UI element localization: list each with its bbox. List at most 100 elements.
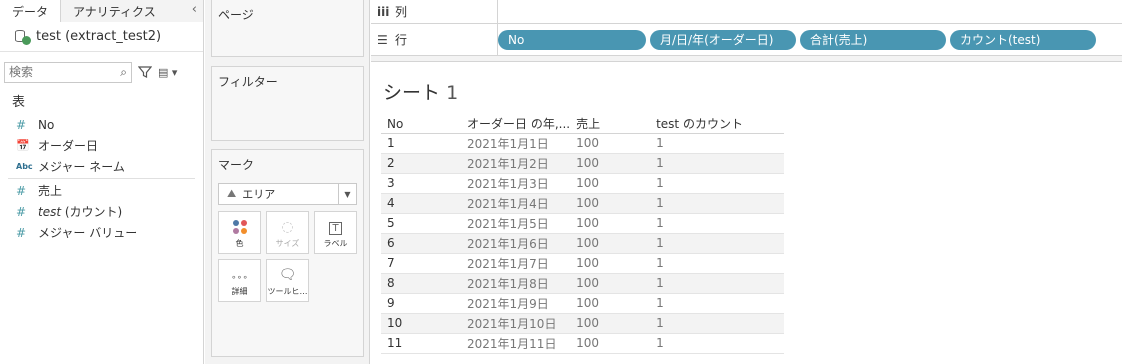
cell-test-count[interactable]: 1 bbox=[650, 313, 785, 334]
field-measure-names[interactable]: Abc メジャー ネーム bbox=[0, 156, 203, 177]
rows-icon: ☰ bbox=[377, 32, 388, 47]
field-name: オーダー日 bbox=[38, 139, 99, 153]
cell-sales[interactable]: 100 bbox=[570, 313, 651, 334]
pages-card[interactable]: ページ bbox=[211, 0, 364, 57]
columns-shelf-label: iii 列 bbox=[371, 0, 498, 26]
columns-icon: iii bbox=[377, 4, 390, 19]
cell-test-count[interactable]: 1 bbox=[650, 133, 785, 154]
table-row: 10 2021年1月10日 100 1 bbox=[381, 313, 785, 334]
field-sales[interactable]: # 売上 bbox=[0, 180, 203, 201]
color-button[interactable]: 色 bbox=[218, 211, 261, 254]
cell-no[interactable]: 5 bbox=[381, 213, 461, 234]
label-button[interactable]: T ラベル bbox=[314, 211, 357, 254]
search-box[interactable]: ⌕ bbox=[4, 61, 132, 83]
cell-test-count[interactable]: 1 bbox=[650, 293, 785, 314]
cell-test-count[interactable]: 1 bbox=[650, 333, 785, 354]
cell-no[interactable]: 7 bbox=[381, 253, 461, 274]
cell-sales[interactable]: 100 bbox=[570, 293, 651, 314]
cell-sales[interactable]: 100 bbox=[570, 333, 651, 354]
tab-data[interactable]: データ bbox=[0, 0, 62, 22]
table-row: 5 2021年1月5日 100 1 bbox=[381, 213, 785, 234]
view-options-icon[interactable]: ▤ ▾ bbox=[158, 66, 177, 79]
field-name: 売上 bbox=[38, 184, 63, 198]
cell-sales[interactable]: 100 bbox=[570, 233, 651, 254]
datasource-label: test (extract_test2) bbox=[36, 29, 162, 44]
tab-analytics[interactable]: アナリティクス bbox=[61, 0, 203, 22]
size-button[interactable]: ◌ サイズ bbox=[266, 211, 309, 254]
mark-buttons: 色 ◌ サイズ T ラベル ∘∘∘ 詳細 🗨 ツールヒ… bbox=[218, 211, 363, 302]
filters-card[interactable]: フィルター bbox=[211, 66, 364, 141]
cell-no[interactable]: 4 bbox=[381, 193, 461, 214]
cell-sales[interactable]: 100 bbox=[570, 213, 651, 234]
cell-order-date[interactable]: 2021年1月2日 bbox=[461, 153, 571, 174]
cell-order-date[interactable]: 2021年1月8日 bbox=[461, 273, 571, 294]
field-measure-values[interactable]: # メジャー バリュー bbox=[0, 222, 203, 243]
cell-no[interactable]: 1 bbox=[381, 133, 461, 154]
cell-order-date[interactable]: 2021年1月11日 bbox=[461, 333, 571, 354]
tooltip-button[interactable]: 🗨 ツールヒ… bbox=[266, 259, 309, 302]
cell-test-count[interactable]: 1 bbox=[650, 173, 785, 194]
filter-icon[interactable] bbox=[138, 65, 152, 79]
rows-shelf[interactable]: ☰ 行 No 月/日/年(オーダー日) 合計(売上) カウント(test) bbox=[371, 23, 1122, 56]
cell-no[interactable]: 11 bbox=[381, 333, 461, 354]
pill-count-test[interactable]: カウント(test) bbox=[950, 29, 1096, 50]
number-icon: # bbox=[16, 204, 27, 219]
color-icon bbox=[232, 220, 247, 234]
cell-sales[interactable]: 100 bbox=[570, 133, 651, 154]
cell-sales[interactable]: 100 bbox=[570, 253, 651, 274]
worksheet-area: iii 列 ☰ 行 No 月/日/年(オーダー日) 合計(売上) カウント(te… bbox=[371, 0, 1122, 364]
row-pills: No 月/日/年(オーダー日) 合計(売上) カウント(test) bbox=[498, 29, 1100, 50]
table-row: 8 2021年1月8日 100 1 bbox=[381, 273, 785, 294]
field-test-count[interactable]: # test (カウント) bbox=[0, 201, 203, 222]
cell-no[interactable]: 10 bbox=[381, 313, 461, 334]
datasource-item[interactable]: test (extract_test2) bbox=[0, 22, 203, 52]
sheet-title: シート 1 bbox=[383, 78, 458, 105]
cell-order-date[interactable]: 2021年1月9日 bbox=[461, 293, 571, 314]
cell-order-date[interactable]: 2021年1月4日 bbox=[461, 193, 571, 214]
cell-test-count[interactable]: 1 bbox=[650, 253, 785, 274]
header-test-count[interactable]: test のカウント bbox=[650, 115, 785, 134]
search-input[interactable] bbox=[9, 65, 109, 79]
pill-sum-sales[interactable]: 合計(売上) bbox=[800, 29, 946, 50]
table-row: 7 2021年1月7日 100 1 bbox=[381, 253, 785, 274]
cell-test-count[interactable]: 1 bbox=[650, 273, 785, 294]
cell-no[interactable]: 9 bbox=[381, 293, 461, 314]
field-order-date[interactable]: 📅 オーダー日 bbox=[0, 135, 203, 156]
separator bbox=[371, 56, 1122, 62]
cell-test-count[interactable]: 1 bbox=[650, 233, 785, 254]
header-no[interactable]: No bbox=[381, 115, 461, 134]
cell-no[interactable]: 3 bbox=[381, 173, 461, 194]
cell-test-count[interactable]: 1 bbox=[650, 213, 785, 234]
cell-no[interactable]: 2 bbox=[381, 153, 461, 174]
cell-test-count[interactable]: 1 bbox=[650, 193, 785, 214]
chevron-left-icon[interactable]: ‹ bbox=[192, 2, 197, 17]
cell-order-date[interactable]: 2021年1月3日 bbox=[461, 173, 571, 194]
detail-button[interactable]: ∘∘∘ 詳細 bbox=[218, 259, 261, 302]
field-no[interactable]: # No bbox=[0, 114, 203, 135]
cell-sales[interactable]: 100 bbox=[570, 153, 651, 174]
mark-type-select[interactable]: ⛰ エリア ▼ bbox=[218, 183, 357, 205]
cell-sales[interactable]: 100 bbox=[570, 173, 651, 194]
cell-order-date[interactable]: 2021年1月10日 bbox=[461, 313, 571, 334]
table-body: 1 2021年1月1日 100 1 2 2021年1月2日 100 1 3 2021年1月3日 10… bbox=[381, 133, 785, 354]
cell-order-date[interactable]: 2021年1月1日 bbox=[461, 133, 571, 154]
cell-no[interactable]: 6 bbox=[381, 233, 461, 254]
cell-sales[interactable]: 100 bbox=[570, 273, 651, 294]
cell-test-count[interactable]: 1 bbox=[650, 153, 785, 174]
cell-order-date[interactable]: 2021年1月5日 bbox=[461, 213, 571, 234]
cell-order-date[interactable]: 2021年1月7日 bbox=[461, 253, 571, 274]
cell-no[interactable]: 8 bbox=[381, 273, 461, 294]
header-order-date[interactable]: オーダー日 の年,... bbox=[461, 115, 571, 134]
data-table: No オーダー日 の年,... 売上 test のカウント 1 2021年1月1日… bbox=[381, 115, 785, 354]
cell-order-date[interactable]: 2021年1月6日 bbox=[461, 233, 571, 254]
chevron-down-icon[interactable]: ▼ bbox=[338, 184, 356, 204]
pill-order-date[interactable]: 月/日/年(オーダー日) bbox=[650, 29, 796, 50]
search-icon[interactable]: ⌕ bbox=[120, 65, 127, 80]
pill-no[interactable]: No bbox=[498, 29, 646, 50]
columns-shelf[interactable]: iii 列 bbox=[371, 0, 1122, 26]
number-icon: # bbox=[16, 183, 27, 198]
filters-title: フィルター bbox=[218, 75, 278, 89]
cell-sales[interactable]: 100 bbox=[570, 193, 651, 214]
header-sales[interactable]: 売上 bbox=[570, 115, 651, 134]
mark-type-value: エリア bbox=[242, 188, 276, 201]
